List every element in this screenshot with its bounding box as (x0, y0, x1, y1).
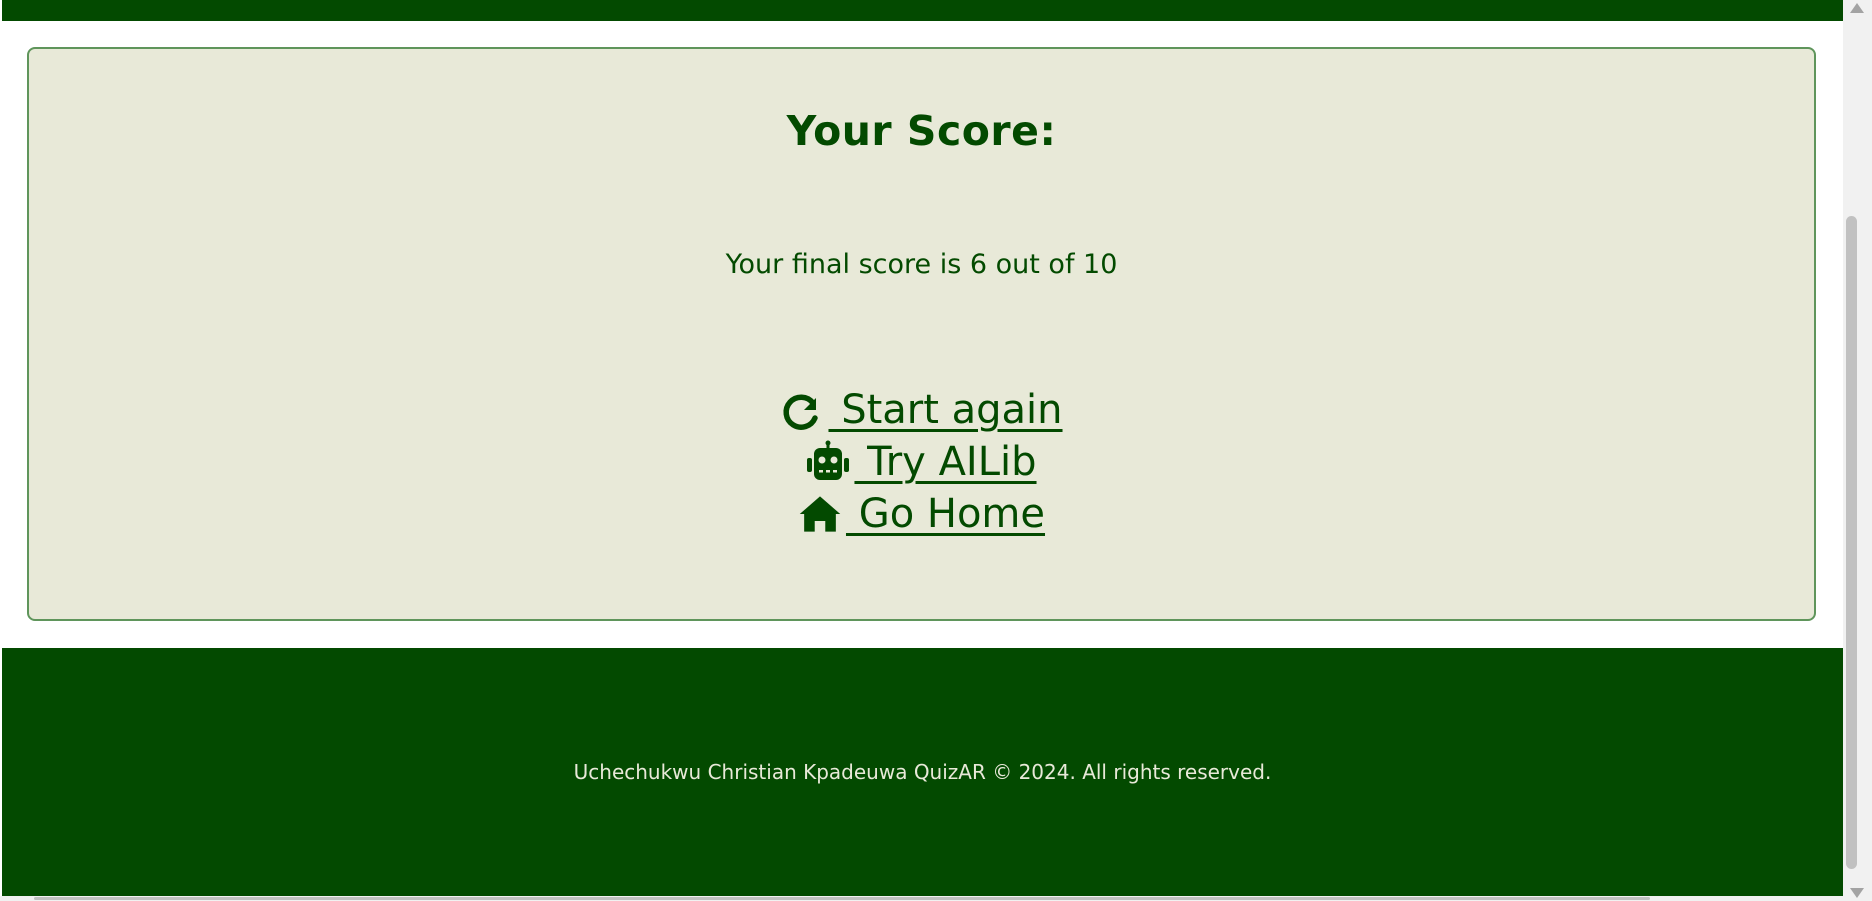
redo-icon (783, 394, 819, 430)
start-again-link[interactable]: Start again (29, 384, 1814, 436)
home-icon (799, 496, 841, 532)
footer: Uchechukwu Christian Kpadeuwa QuizAR © 2… (2, 648, 1843, 896)
horizontal-scroll-thumb[interactable] (34, 897, 1650, 900)
page-viewport: Your Score: Your final score is 6 out of… (0, 0, 1843, 901)
try-ailib-link[interactable]: Try AILib (29, 436, 1814, 488)
try-ailib-label: Try AILib (854, 439, 1037, 485)
go-home-label: Go Home (845, 491, 1046, 537)
vertical-scrollbar[interactable] (1843, 0, 1872, 901)
score-title: Your Score: (786, 107, 1057, 155)
horizontal-scrollbar[interactable] (0, 896, 1843, 901)
score-card: Your Score: Your final score is 6 out of… (27, 47, 1816, 621)
header-bar (2, 0, 1843, 21)
scroll-down-arrow-icon[interactable] (1850, 888, 1864, 898)
scroll-up-arrow-icon[interactable] (1850, 3, 1864, 13)
final-score-text: Your final score is 6 out of 10 (725, 249, 1118, 280)
go-home-link[interactable]: Go Home (29, 488, 1814, 540)
vertical-scroll-thumb[interactable] (1846, 216, 1857, 869)
robot-icon (807, 440, 850, 480)
action-links: Start again Try AILib Go Home (29, 384, 1814, 540)
start-again-label: Start again (828, 387, 1063, 433)
footer-copyright: Uchechukwu Christian Kpadeuwa QuizAR © 2… (573, 760, 1272, 784)
